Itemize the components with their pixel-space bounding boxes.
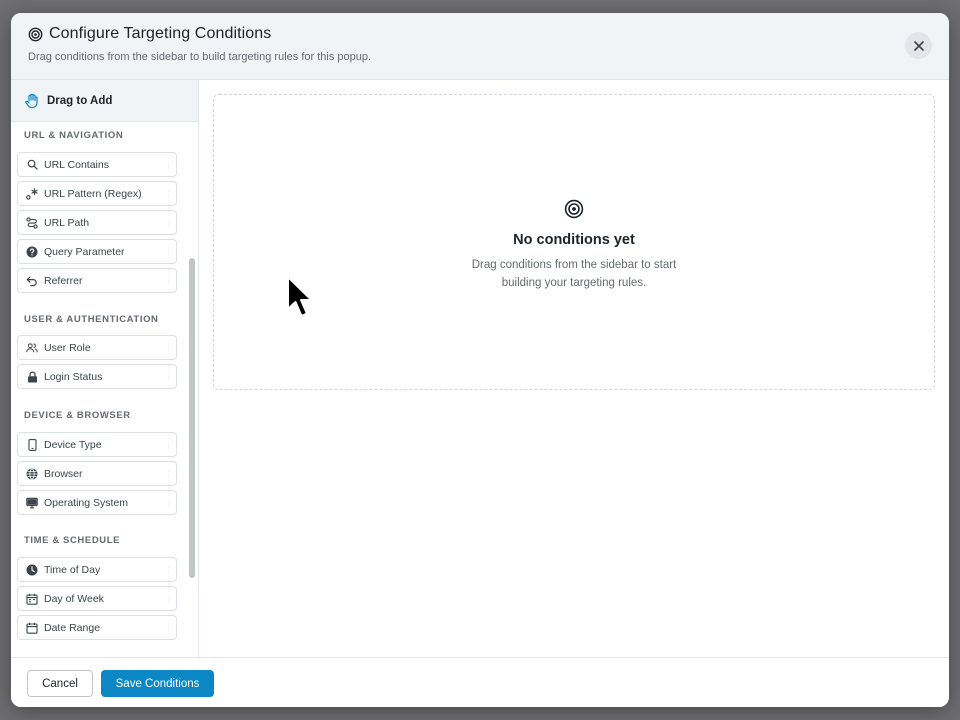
modal-footer: Cancel Save Conditions (11, 657, 949, 707)
calendar-icon (26, 622, 38, 634)
monitor-icon (26, 497, 38, 509)
condition-query-parameter[interactable]: Query Parameter ⋮ (17, 239, 177, 264)
group-title-device: DEVICE & BROWSER (24, 410, 131, 421)
drag-handle-icon: ⋮ (165, 596, 172, 603)
drag-handle-icon: ⋮ (165, 374, 172, 381)
condition-label: Referrer (44, 274, 83, 287)
condition-label: Date Range (44, 621, 101, 634)
users-icon (26, 342, 38, 354)
condition-date-range[interactable]: Date Range ⋮ (17, 615, 177, 640)
condition-time-of-day[interactable]: Time of Day ⋮ (17, 557, 177, 582)
condition-browser[interactable]: Browser ⋮ (17, 461, 177, 486)
drag-handle-icon: ⋮ (165, 249, 172, 256)
drop-zone[interactable]: No conditions yet Drag conditions from t… (213, 94, 935, 390)
condition-label: URL Contains (44, 158, 109, 171)
group-title-time: TIME & SCHEDULE (24, 535, 121, 546)
sidebar-header-label: Drag to Add (47, 94, 113, 107)
drag-handle-icon: ⋮ (165, 345, 172, 352)
drag-handle-icon: ⋮ (165, 442, 172, 449)
condition-day-of-week[interactable]: Day of Week ⋮ (17, 586, 177, 611)
lock-icon (26, 370, 38, 383)
condition-url-contains[interactable]: URL Contains ⋮ (17, 152, 177, 177)
clock-icon (26, 564, 38, 576)
drag-handle-icon: ⋮ (165, 625, 172, 632)
targeting-modal: Configure Targeting Conditions Drag cond… (11, 13, 949, 707)
drag-handle-icon: ⋮ (165, 278, 172, 285)
condition-device-type[interactable]: Device Type ⋮ (17, 432, 177, 457)
condition-referrer[interactable]: Referrer ⋮ (17, 268, 177, 293)
condition-user-role[interactable]: User Role ⋮ (17, 335, 177, 360)
condition-label: Browser (44, 467, 83, 480)
drag-handle-icon: ⋮ (165, 471, 172, 478)
globe-icon (26, 468, 38, 480)
question-icon (26, 246, 38, 258)
calendar-icon (26, 593, 38, 605)
condition-login-status[interactable]: Login Status ⋮ (17, 364, 177, 389)
modal-title-text: Configure Targeting Conditions (49, 25, 272, 42)
close-button[interactable] (905, 32, 932, 59)
modal-header: Configure Targeting Conditions Drag cond… (11, 13, 949, 80)
search-icon (26, 159, 38, 171)
condition-label: Device Type (44, 438, 102, 451)
close-icon (913, 40, 924, 51)
condition-label: URL Pattern (Regex) (44, 187, 142, 200)
condition-label: Query Parameter (44, 245, 125, 258)
target-icon (564, 199, 584, 224)
drag-handle-icon: ⋮ (165, 567, 172, 574)
condition-label: Time of Day (44, 563, 101, 576)
condition-url-path[interactable]: URL Path ⋮ (17, 210, 177, 235)
modal-title: Configure Targeting Conditions (28, 25, 271, 43)
drag-handle-icon: ⋮ (165, 500, 172, 507)
empty-state-line-2: building your targeting rules. (501, 277, 647, 289)
condition-label: Operating System (44, 496, 129, 509)
drag-handle-icon: ⋮ (165, 220, 172, 227)
mouse-pointer-icon (284, 275, 316, 326)
sidebar-header: Drag to Add (11, 80, 198, 122)
conditions-sidebar: Drag to Add URL & NAVIGATION URL Contain… (11, 80, 199, 657)
condition-label: URL Path (44, 216, 90, 229)
group-title-user: USER & AUTHENTICATION (24, 314, 159, 325)
phone-icon (26, 438, 38, 451)
target-icon (28, 27, 43, 42)
condition-label: Login Status (44, 370, 103, 383)
empty-state-description: Drag conditions from the sidebar to star… (214, 256, 934, 292)
drag-handle-icon: ⋮ (165, 191, 172, 198)
condition-operating-system[interactable]: Operating System ⋮ (17, 490, 177, 515)
group-title-url: URL & NAVIGATION (24, 130, 124, 141)
condition-label: User Role (44, 341, 91, 354)
empty-state-line-1: Drag conditions from the sidebar to star… (471, 259, 677, 271)
save-conditions-button[interactable]: Save Conditions (101, 670, 214, 697)
condition-url-pattern[interactable]: URL Pattern (Regex) ⋮ (17, 181, 177, 206)
cancel-button[interactable]: Cancel (27, 670, 93, 697)
empty-state-title: No conditions yet (513, 232, 635, 248)
drag-handle-icon: ⋮ (165, 162, 172, 169)
regex-icon (26, 187, 38, 200)
sidebar-scrollbar[interactable] (189, 258, 195, 578)
condition-label: Day of Week (44, 592, 104, 605)
modal-subtitle: Drag conditions from the sidebar to buil… (28, 51, 372, 63)
hand-icon (24, 93, 40, 109)
conditions-canvas: No conditions yet Drag conditions from t… (199, 80, 949, 657)
undo-icon (26, 275, 38, 287)
route-icon (26, 216, 38, 229)
